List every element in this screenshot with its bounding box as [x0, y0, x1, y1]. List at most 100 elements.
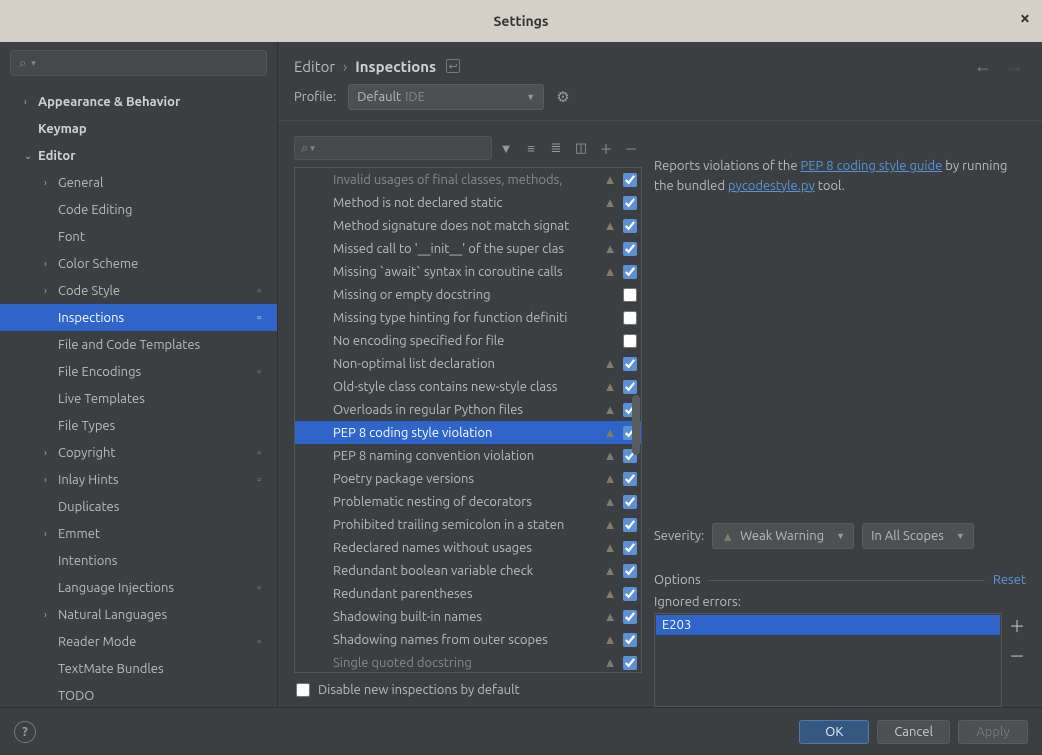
inspection-row[interactable]: Redundant boolean variable check▲: [295, 559, 641, 582]
sidebar-item[interactable]: Inspections▫: [0, 304, 277, 331]
inspection-details: Reports violations of the PEP 8 coding s…: [654, 133, 1026, 707]
inspection-label: Problematic nesting of decorators: [333, 495, 601, 509]
inspection-row[interactable]: Poetry package versions▲: [295, 467, 641, 490]
help-icon[interactable]: ?: [14, 721, 36, 743]
inspection-label: Method is not declared static: [333, 196, 601, 210]
inspection-label: Method signature does not match signat: [333, 219, 601, 233]
inspection-row[interactable]: Method is not declared static▲: [295, 191, 641, 214]
inspection-row[interactable]: Shadowing names from outer scopes▲: [295, 628, 641, 651]
inspection-row[interactable]: PEP 8 coding style violation▲: [295, 421, 641, 444]
reset-link[interactable]: Reset: [993, 573, 1026, 587]
scope-select[interactable]: In All Scopes ▼: [862, 523, 974, 549]
severity-select[interactable]: ▲ Weak Warning ▼: [712, 523, 854, 549]
ok-button[interactable]: OK: [799, 720, 869, 744]
disable-new-checkbox[interactable]: [296, 683, 310, 697]
chevron-down-icon: ▾: [31, 58, 36, 69]
remove-icon[interactable]: －: [620, 137, 642, 159]
profile-select[interactable]: Default IDE ▼: [348, 84, 544, 110]
sidebar-item[interactable]: File Types: [0, 412, 277, 439]
inspection-row[interactable]: Shadowing built-in names▲: [295, 605, 641, 628]
inspections-list: Invalid usages of final classes, methods…: [295, 168, 641, 672]
sidebar-item[interactable]: ›Emmet: [0, 520, 277, 547]
sidebar-item[interactable]: TODO: [0, 682, 277, 707]
inspection-row[interactable]: Redeclared names without usages▲: [295, 536, 641, 559]
nav-back-icon[interactable]: ←: [974, 56, 992, 77]
warning-icon: ▲: [601, 586, 619, 601]
sidebar-item[interactable]: Code Editing: [0, 196, 277, 223]
inspection-label: Redundant boolean variable check: [333, 564, 601, 578]
add-ignored-button[interactable]: ＋: [1008, 613, 1026, 637]
chevron-down-icon: ▼: [836, 531, 845, 541]
close-icon[interactable]: ×: [1020, 8, 1030, 28]
sidebar-item[interactable]: Language Injections▫: [0, 574, 277, 601]
inspection-row[interactable]: Invalid usages of final classes, methods…: [295, 168, 641, 191]
sidebar-item[interactable]: ›Code Style▫: [0, 277, 277, 304]
inspection-label: Non-optimal list declaration: [333, 357, 601, 371]
collapse-all-icon[interactable]: ≣: [545, 137, 567, 159]
inspection-row[interactable]: Missing type hinting for function defini…: [295, 306, 641, 329]
sidebar-item[interactable]: Font: [0, 223, 277, 250]
sidebar-item[interactable]: Duplicates: [0, 493, 277, 520]
ignored-errors-list[interactable]: E203: [654, 613, 1002, 707]
gear-icon[interactable]: ⚙: [556, 88, 569, 106]
inspection-row[interactable]: Missing or empty docstring: [295, 283, 641, 306]
inspections-left: ⌕▾ ▼ ≡ ≣ ◫ ＋ － Invalid usages of final c…: [294, 133, 642, 707]
ignored-error-item[interactable]: E203: [656, 615, 1000, 635]
settings-search-input[interactable]: ⌕▾: [10, 50, 267, 76]
sidebar-item[interactable]: ›Copyright▫: [0, 439, 277, 466]
toggle-icon[interactable]: ◫: [570, 137, 592, 159]
warning-icon: ▲: [601, 195, 619, 210]
inspection-row[interactable]: Non-optimal list declaration▲: [295, 352, 641, 375]
pep8-link[interactable]: PEP 8 coding style guide: [800, 159, 942, 173]
inspection-row[interactable]: No encoding specified for file: [295, 329, 641, 352]
inspection-row[interactable]: Overloads in regular Python files▲: [295, 398, 641, 421]
pycodestyle-link[interactable]: pycodestyle.py: [728, 179, 815, 193]
cancel-button[interactable]: Cancel: [877, 720, 950, 744]
sidebar-item[interactable]: ›Appearance & Behavior: [0, 88, 277, 115]
sidebar-item[interactable]: ›Inlay Hints▫: [0, 466, 277, 493]
filter-icon[interactable]: ▼: [495, 137, 517, 159]
sidebar-item[interactable]: File Encodings▫: [0, 358, 277, 385]
inspection-row[interactable]: Single quoted docstring▲: [295, 651, 641, 672]
breadcrumb-parent[interactable]: Editor: [294, 58, 335, 75]
inspection-label: Prohibited trailing semicolon in a state…: [333, 518, 601, 532]
sidebar-item-label: File and Code Templates: [58, 338, 277, 352]
warning-icon: ▲: [601, 609, 619, 624]
content: ⌕▾ ›Appearance & BehaviorKeymap⌄Editor›G…: [0, 42, 1042, 707]
warning-icon: ▲: [721, 529, 734, 544]
inspection-row[interactable]: Old-style class contains new-style class…: [295, 375, 641, 398]
sidebar-item[interactable]: ›Natural Languages: [0, 601, 277, 628]
sidebar-item[interactable]: ›Color Scheme: [0, 250, 277, 277]
reset-icon[interactable]: ↩: [446, 59, 460, 73]
warning-icon: ▲: [601, 655, 619, 670]
project-badge-icon: ▫: [257, 474, 261, 486]
inspection-label: Overloads in regular Python files: [333, 403, 601, 417]
inspection-row[interactable]: Problematic nesting of decorators▲: [295, 490, 641, 513]
inspection-label: Old-style class contains new-style class: [333, 380, 601, 394]
sidebar-item[interactable]: ›General: [0, 169, 277, 196]
main-panel: Editor › Inspections ↩ ← → Profile: Defa…: [278, 42, 1042, 707]
titlebar: Settings ×: [0, 0, 1042, 42]
sidebar-item[interactable]: Live Templates: [0, 385, 277, 412]
warning-icon: ▲: [601, 241, 619, 256]
expand-all-icon[interactable]: ≡: [520, 137, 542, 159]
inspection-row[interactable]: Redundant parentheses▲: [295, 582, 641, 605]
inspection-row[interactable]: Method signature does not match signat▲: [295, 214, 641, 237]
sidebar-item[interactable]: Keymap: [0, 115, 277, 142]
inspection-row[interactable]: PEP 8 naming convention violation▲: [295, 444, 641, 467]
sidebar-item-label: TextMate Bundles: [58, 662, 277, 676]
inspection-search-input[interactable]: ⌕▾: [294, 136, 492, 160]
scrollbar[interactable]: [631, 168, 641, 672]
sidebar-item-label: Color Scheme: [58, 257, 277, 271]
sidebar-item[interactable]: Intentions: [0, 547, 277, 574]
sidebar-item[interactable]: Reader Mode▫: [0, 628, 277, 655]
apply-button[interactable]: Apply: [958, 720, 1028, 744]
inspection-row[interactable]: Missing `await` syntax in coroutine call…: [295, 260, 641, 283]
sidebar-item[interactable]: ⌄Editor: [0, 142, 277, 169]
inspection-row[interactable]: Prohibited trailing semicolon in a state…: [295, 513, 641, 536]
sidebar-item[interactable]: File and Code Templates: [0, 331, 277, 358]
inspection-row[interactable]: Missed call to '__init__' of the super c…: [295, 237, 641, 260]
add-icon[interactable]: ＋: [595, 137, 617, 159]
remove-ignored-button[interactable]: －: [1008, 643, 1026, 667]
sidebar-item[interactable]: TextMate Bundles: [0, 655, 277, 682]
